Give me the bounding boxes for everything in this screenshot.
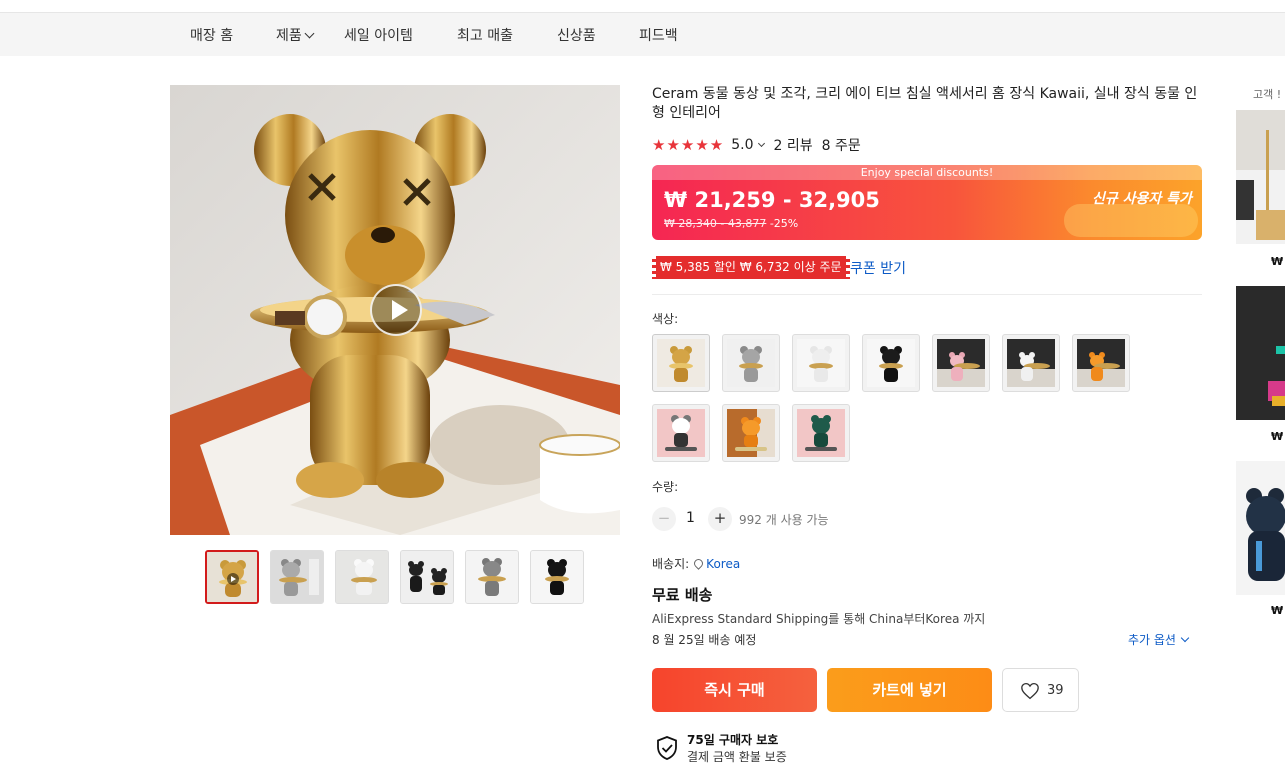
free-shipping-label: 무료 배송 (652, 586, 713, 604)
thumbnail-2[interactable] (270, 550, 324, 604)
swatch-skate-grey-image (657, 409, 705, 457)
nav-sale-items[interactable]: 세일 아이템 (344, 25, 413, 45)
chevron-down-icon (1180, 633, 1190, 643)
divider (652, 294, 1202, 295)
recommended-item-1-price: ₩ (1271, 255, 1284, 268)
thumbnail-4[interactable] (400, 550, 454, 604)
chevron-down-icon (757, 139, 765, 148)
nav-products[interactable]: 제품 (276, 25, 315, 45)
more-options-label: 추가 옵션 (1128, 633, 1176, 647)
recommended-item-3-price: ₩ (1271, 604, 1284, 617)
price-box: Enjoy special discounts! ₩ 21,259 - 32,9… (652, 165, 1202, 240)
swatch-pink-image (937, 339, 985, 387)
swatch-black-image (867, 339, 915, 387)
original-price-row: ₩ 28,340 - 43,877 -25% (664, 217, 798, 230)
thumbnail-1[interactable] (205, 550, 259, 604)
recommendations-heading: 고객 ! (1253, 88, 1282, 101)
recommended-item-3[interactable] (1236, 461, 1285, 595)
available-stock: 992 개 사용 가능 (739, 513, 829, 527)
quantity-decrease-button[interactable]: − (652, 507, 676, 531)
nav-store-home[interactable]: 매장 홈 (190, 25, 233, 45)
shield-check-icon (657, 736, 677, 760)
recommended-item-image (1236, 110, 1285, 244)
nav-best-sellers[interactable]: 최고 매출 (457, 25, 513, 45)
top-border (0, 0, 1285, 13)
color-swatch-gold[interactable] (652, 334, 710, 392)
get-coupon-link[interactable]: 쿠폰 받기 (850, 258, 906, 278)
quantity-value[interactable]: 1 (686, 510, 695, 526)
current-price: ₩ 21,259 - 32,905 (664, 188, 880, 212)
swatch-white-dark-image (1007, 339, 1055, 387)
color-swatch-black[interactable] (862, 334, 920, 392)
discount-banner: Enjoy special discounts! (652, 165, 1202, 180)
recommended-item-image (1236, 286, 1285, 420)
buy-now-button[interactable]: 즉시 구매 (652, 668, 817, 712)
color-swatch-white[interactable] (792, 334, 850, 392)
ship-to-label: 배송지: (652, 557, 690, 571)
order-count: 8 주문 (821, 138, 861, 154)
thumbnail-white-bear-image (336, 551, 388, 603)
heart-icon (1021, 682, 1039, 700)
review-count[interactable]: 2 리뷰 (774, 135, 813, 155)
rating-row: ★★★★★ 5.0 2 리뷰 8 주문 (652, 135, 861, 155)
color-label: 색상: (652, 312, 679, 326)
store-nav: 매장 홈 제품 세일 아이템 최고 매출 신상품 피드백 (0, 13, 1285, 56)
color-swatch-orange-dark[interactable] (1072, 334, 1130, 392)
thumbnail-gold-bear-image (207, 552, 257, 602)
play-video-button[interactable] (370, 284, 422, 336)
original-price: ₩ 28,340 - 43,877 (664, 217, 767, 230)
recommended-item-1[interactable] (1236, 110, 1285, 244)
color-swatch-skateboard-orange[interactable] (722, 404, 780, 462)
swatch-gold-image (657, 339, 705, 387)
product-title: Ceram 동물 동상 및 조각, 크리 에이 티브 침실 액세서리 홈 장식 … (652, 86, 1198, 121)
rating-value[interactable]: 5.0 (731, 137, 753, 153)
thumbnail-5[interactable] (465, 550, 519, 604)
color-swatch-silver[interactable] (722, 334, 780, 392)
color-swatch-skateboard-green[interactable] (792, 404, 850, 462)
quantity-increase-button[interactable]: + (708, 507, 732, 531)
delivery-estimate: 8 월 25일 배송 예정 (652, 633, 757, 647)
swatch-orange-image (1077, 339, 1125, 387)
new-user-deal-label[interactable]: 신규 사용자 특가 (1082, 190, 1202, 209)
thumbnail-black-bear-image (531, 551, 583, 603)
main-product-image[interactable] (170, 85, 620, 535)
more-shipping-options[interactable]: 추가 옵션 (1128, 631, 1190, 648)
wishlist-button[interactable]: 39 (1002, 668, 1079, 712)
thumbnail-silver-bear-image (271, 551, 323, 603)
color-swatch-skateboard-grey[interactable] (652, 404, 710, 462)
star-rating-icon: ★★★★★ (652, 136, 725, 154)
chevron-down-icon (304, 28, 315, 39)
add-to-cart-button[interactable]: 카트에 넣기 (827, 668, 992, 712)
color-swatch-pink-dark[interactable] (932, 334, 990, 392)
thumbnail-grey-bear-image (466, 551, 518, 603)
recommended-item-2[interactable] (1236, 286, 1285, 420)
thumbnail-3[interactable] (335, 550, 389, 604)
discount-percent: -25% (769, 217, 799, 230)
swatch-skate-green-image (797, 409, 845, 457)
coupon-tag[interactable]: ₩ 5,385 할인 ₩ 6,732 이상 주문 (652, 256, 850, 279)
ship-to-row: 배송지: Korea (652, 555, 740, 572)
thumbnail-6[interactable] (530, 550, 584, 604)
wishlist-count: 39 (1047, 683, 1064, 698)
quantity-label: 수량: (652, 480, 679, 494)
recommended-item-2-price: ₩ (1271, 430, 1284, 443)
nav-products-label: 제품 (276, 28, 302, 44)
nav-new-arrivals[interactable]: 신상품 (557, 25, 596, 45)
thumbnail-black-bears-image (401, 551, 453, 603)
ship-to-country[interactable]: Korea (706, 557, 740, 571)
swatch-silver-image (727, 339, 775, 387)
color-swatch-white-dark[interactable] (1002, 334, 1060, 392)
location-pin-icon (692, 557, 706, 570)
buyer-protection-title: 75일 구매자 보호 (687, 733, 779, 747)
nav-feedback[interactable]: 피드백 (639, 25, 678, 45)
buyer-protection-desc: 결제 금액 환불 보증 (687, 750, 787, 764)
swatch-skate-orange-image (727, 409, 775, 457)
shipping-method: AliExpress Standard Shipping를 통해 China부터… (652, 612, 986, 626)
recommended-item-image (1236, 461, 1285, 595)
swatch-white-image (797, 339, 845, 387)
